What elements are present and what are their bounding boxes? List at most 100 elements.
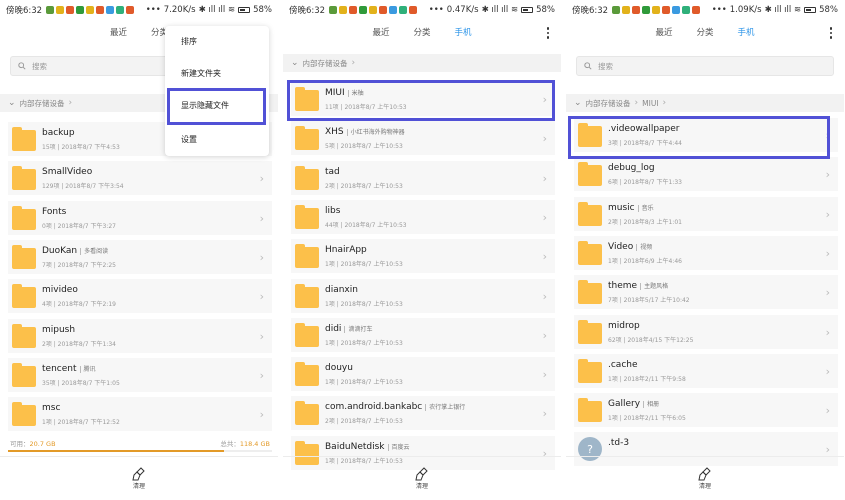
folder-meta: 129项 | 2018年8/7 下午3:54	[42, 183, 124, 191]
folder-row[interactable]: com.android.bankabc 农行掌上银行 2项 | 2018年8/7 上…	[291, 396, 555, 431]
folder-row[interactable]: XHS 小红书海外购物神器 5项 | 2018年8/7 上午10:53 ›	[291, 121, 555, 156]
folder-row[interactable]: mipush 2项 | 2018年8/7 下午1:34 ›	[8, 318, 272, 353]
folder-row[interactable]: Fonts 0项 | 2018年8/7 下午3:27 ›	[8, 200, 272, 235]
tab-phone[interactable]: 手机	[455, 22, 472, 44]
breadcrumb: ⌄ 内部存储设备 › MIUI ›	[566, 94, 844, 112]
folder-row[interactable]: libs 44项 | 2018年8/7 上午10:53 ›	[291, 199, 555, 234]
folder-row[interactable]: msc 1项 | 2018年8/7 下午12:52 ›	[8, 397, 272, 432]
folder-row[interactable]: douyu 1项 | 2018年8/7 上午10:53 ›	[291, 357, 555, 392]
status-bar: 傍晚6:32 ••• 7.20K/s ✱ ıll ıll ≋ 58%	[0, 0, 278, 20]
folder-name: XHS 小红书海外购物神器	[325, 127, 405, 137]
notification-icon	[662, 6, 671, 14]
folder-name: libs	[325, 206, 340, 216]
folder-name: debug_log	[608, 163, 655, 173]
chevron-right-icon: ›	[825, 364, 830, 378]
folder-row[interactable]: midrop 62项 | 2018年4/15 下午12:25 ›	[574, 314, 838, 349]
menu-item-new-folder[interactable]: 新建文件夹	[181, 68, 221, 79]
folder-icon	[295, 204, 319, 229]
breadcrumb-item[interactable]: 内部存储设备	[586, 98, 631, 109]
folder-row[interactable]: Video 视频 1项 | 2018年6/9 上午4:46 ›	[574, 235, 838, 270]
notification-icon	[126, 6, 135, 14]
notification-icon	[116, 6, 125, 14]
highlight-box	[167, 88, 266, 125]
folder-name-text: tencent	[42, 363, 77, 374]
notification-icon	[652, 6, 661, 14]
tab-recent[interactable]: 最近	[110, 22, 127, 44]
highlight-box	[287, 80, 555, 121]
collapse-caret-icon[interactable]: ⌄	[574, 98, 582, 108]
folder-row[interactable]: mivideo 4项 | 2018年8/7 下午2:19 ›	[8, 279, 272, 314]
status-right: ••• 1.09K/s ✱ ıll ıll ≋ 58%	[712, 5, 838, 15]
folder-name: Fonts	[42, 207, 66, 217]
chevron-right-icon: ›	[259, 408, 264, 422]
folder-icon	[12, 166, 36, 191]
folder-meta: 62项 | 2018年4/15 下午12:25	[608, 336, 694, 344]
chevron-right-icon: ›	[662, 98, 667, 108]
status-time: 傍晚6:32	[6, 6, 43, 16]
folder-row[interactable]: tad 2项 | 2018年8/7 上午10:53 ›	[291, 160, 555, 195]
tab-phone[interactable]: 手机	[738, 22, 755, 44]
collapse-caret-icon[interactable]: ⌄	[8, 98, 16, 108]
search-input[interactable]: 搜索	[576, 56, 834, 76]
folder-row[interactable]: music 音乐 2项 | 2018年8/3 上午1:01 ›	[574, 196, 838, 231]
search-placeholder: 搜索	[32, 61, 47, 71]
tab-category[interactable]: 分类	[696, 22, 713, 44]
notification-icon	[349, 6, 358, 14]
battery-icon	[804, 7, 817, 13]
chevron-right-icon: ›	[825, 246, 830, 260]
tab-recent[interactable]: 最近	[372, 22, 389, 44]
notification-icon	[106, 6, 115, 14]
folder-meta: 7项 | 2018年8/7 下午2:25	[42, 261, 116, 269]
folder-icon	[578, 201, 602, 226]
folder-name: mivideo	[42, 285, 78, 295]
menu-item-settings[interactable]: 设置	[181, 134, 197, 145]
folder-row[interactable]: tencent 腾讯 35项 | 2018年8/7 下午1:05 ›	[8, 357, 272, 392]
notification-icon	[622, 6, 631, 14]
folder-row[interactable]: didi 滴滴打车 1项 | 2018年8/7 上午10:53 ›	[291, 317, 555, 352]
search-icon	[584, 62, 592, 70]
menu-item-sort[interactable]: 排序	[181, 36, 197, 47]
folder-row[interactable]: dianxin 1项 | 2018年8/7 上午10:53 ›	[291, 278, 555, 313]
folder-row[interactable]: DuoKan 多看阅读 7项 | 2018年8/7 下午2:25 ›	[8, 239, 272, 274]
folder-icon	[12, 362, 36, 387]
folder-row[interactable]: debug_log 6项 | 2018年8/7 下午1:33 ›	[574, 157, 838, 192]
folder-meta: 2项 | 2018年8/3 上午1:01	[608, 218, 682, 226]
clean-button[interactable]: 清理	[698, 467, 712, 490]
folder-icon	[295, 126, 319, 151]
folder-meta: 1项 | 2018年2/11 下午6:05	[608, 415, 686, 423]
more-vertical-icon[interactable]	[826, 24, 836, 42]
folder-row[interactable]: theme 主题风格 7项 | 2018年5/17 上午10:42 ›	[574, 275, 838, 310]
chevron-right-icon: ›	[825, 404, 830, 418]
folder-meta: 0项 | 2018年8/7 下午3:27	[42, 222, 116, 230]
folder-row[interactable]: SmallVideo 129项 | 2018年8/7 下午3:54 ›	[8, 161, 272, 196]
tab-recent[interactable]: 最近	[655, 22, 672, 44]
breadcrumb-item[interactable]: 内部存储设备	[20, 98, 65, 109]
breadcrumb-item[interactable]: 内部存储设备	[303, 58, 348, 69]
folder-meta: 7项 | 2018年5/17 上午10:42	[608, 297, 690, 305]
notification-icon	[329, 6, 338, 14]
chevron-right-icon: ›	[259, 250, 264, 264]
breadcrumb-item[interactable]: MIUI	[642, 99, 658, 108]
collapse-caret-icon[interactable]: ⌄	[291, 58, 299, 68]
folder-meta: 1项 | 2018年8/7 上午10:53	[325, 261, 403, 269]
notification-icon	[96, 6, 105, 14]
folder-name: HnairApp	[325, 245, 367, 255]
chevron-right-icon: ›	[542, 328, 547, 342]
clean-button[interactable]: 清理	[415, 467, 429, 490]
folder-row[interactable]: HnairApp 1项 | 2018年8/7 上午10:53 ›	[291, 239, 555, 274]
folder-row[interactable]: .cache 1项 | 2018年2/11 下午9:58 ›	[574, 353, 838, 388]
folder-name-text: tad	[325, 166, 340, 177]
more-vertical-icon[interactable]	[543, 24, 553, 42]
clean-label: 清理	[415, 483, 428, 490]
tab-bar: 最近 分类 手机	[566, 22, 844, 44]
folder-row[interactable]: Gallery 相册 1项 | 2018年2/11 下午6:05 ›	[574, 393, 838, 428]
folder-name-text: .cache	[608, 359, 638, 370]
tab-category[interactable]: 分类	[413, 22, 430, 44]
status-right: ••• 7.20K/s ✱ ıll ıll ≋ 58%	[146, 5, 272, 15]
folder-name: dianxin	[325, 285, 358, 295]
folder-name: BaiduNetdisk 百度云	[325, 442, 410, 452]
folder-name-text: Fonts	[42, 206, 67, 217]
clean-button[interactable]: 清理	[132, 467, 146, 490]
status-bar: 傍晚6:32 ••• 1.09K/s ✱ ıll ıll ≋ 58%	[566, 0, 844, 20]
folder-name: .cache	[608, 360, 638, 370]
